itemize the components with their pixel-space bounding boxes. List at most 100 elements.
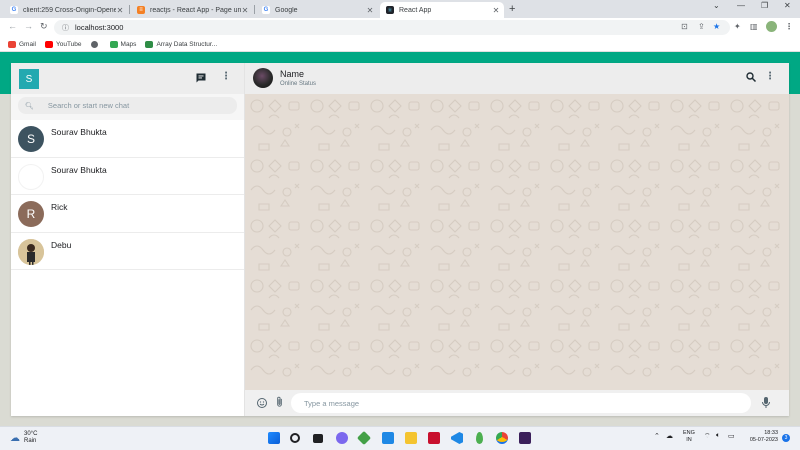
close-window-icon[interactable]: ✕ — [784, 1, 791, 10]
forward-icon[interactable]: → — [24, 21, 33, 31]
extensions-icon[interactable]: ✦ — [734, 22, 741, 31]
weather-widget[interactable]: ☁ 30°C Rain — [10, 431, 37, 445]
reload-icon[interactable]: ↻ — [40, 21, 48, 32]
gfg-icon — [145, 40, 154, 48]
chevron-down-icon[interactable]: ⌄ — [713, 1, 720, 10]
chrome-menu-icon[interactable]: ⋮ — [785, 22, 793, 31]
microphone-icon[interactable] — [761, 396, 771, 409]
new-tab-button[interactable]: + — [509, 3, 515, 15]
chevron-up-icon[interactable]: ⌃ — [654, 432, 660, 440]
store-icon[interactable] — [382, 432, 394, 444]
address-bar[interactable]: ⓘ localhost:3000 — [54, 20, 730, 35]
windows-taskbar: ☁ 30°C Rain ⌃ ☁ ENG IN ⌔ 🔈︎ ▭ 18:33 05-0… — [0, 426, 800, 450]
google-icon: G — [10, 6, 18, 14]
search-input[interactable] — [47, 101, 228, 110]
chat-list-item[interactable]: Debu — [11, 233, 244, 270]
search-icon[interactable] — [745, 71, 757, 83]
rain-cloud-icon: ☁ — [10, 432, 20, 444]
minimize-icon[interactable]: — — [737, 1, 745, 10]
vscode-icon[interactable] — [451, 432, 463, 444]
avatar[interactable]: S — [19, 69, 39, 89]
stackoverflow-icon: ≡ — [137, 6, 145, 14]
windows-start-icon[interactable] — [268, 432, 280, 444]
battery-icon[interactable]: ▭ — [728, 432, 735, 440]
chat-list-item[interactable]: Sourav Bhukta — [11, 158, 244, 195]
search-box[interactable]: 🔍︎ — [18, 97, 237, 114]
message-box[interactable] — [291, 393, 751, 413]
close-tab-icon[interactable]: ✕ — [366, 6, 374, 15]
emoji-icon[interactable] — [256, 397, 268, 409]
file-explorer-icon[interactable] — [405, 432, 417, 444]
close-tab-icon[interactable]: ✕ — [492, 6, 500, 15]
bookmark-globe[interactable] — [90, 40, 101, 48]
tab-title: Google — [275, 6, 298, 14]
menu-icon[interactable]: ⋮ — [765, 71, 775, 82]
clock[interactable]: 18:33 05-07-2023 — [744, 430, 778, 444]
bookmarks-bar: Gmail YouTube Maps Array Data Structur..… — [0, 37, 800, 52]
volume-icon[interactable]: 🔈︎ — [716, 432, 720, 440]
bookmark-gmail[interactable]: Gmail — [8, 40, 36, 48]
clock-date: 05-07-2023 — [749, 437, 778, 443]
whatsapp-window: S ⋮ 🔍︎ S Sourav Bhukta Sourav Bhukta R R… — [11, 63, 789, 416]
search-icon[interactable] — [290, 433, 300, 443]
browser-tab-3[interactable]: G Google ✕ — [256, 2, 378, 18]
tab-title: client:259 Cross-Origin-Opener-P — [23, 6, 116, 14]
back-icon[interactable]: ← — [8, 21, 17, 31]
chat-header: Name Online Status ⋮ — [245, 63, 789, 94]
site-info-icon[interactable]: ⓘ — [62, 23, 69, 33]
avatar[interactable] — [253, 68, 273, 88]
notification-badge[interactable]: 3 — [782, 434, 790, 442]
person-photo-icon — [18, 238, 44, 265]
chat-messages-area — [245, 94, 789, 390]
clock-time: 18:33 — [764, 430, 778, 436]
bookmark-maps[interactable]: Maps — [109, 40, 136, 48]
close-tab-icon[interactable]: ✕ — [241, 6, 249, 15]
gmail-icon — [8, 40, 16, 48]
install-icon[interactable]: ⊡ — [681, 22, 688, 31]
language-indicator[interactable]: ENG IN — [683, 430, 695, 444]
search-bar: 🔍︎ — [11, 94, 244, 120]
share-icon[interactable]: ⇪ — [698, 22, 705, 31]
mongodb-icon[interactable] — [476, 432, 483, 444]
chat-name: Rick — [51, 202, 68, 212]
profile-avatar-icon[interactable] — [766, 21, 777, 32]
chat-list-item[interactable]: R Rick — [11, 195, 244, 233]
sidebar: S ⋮ 🔍︎ S Sourav Bhukta Sourav Bhukta R R… — [11, 63, 245, 416]
mcafee-icon[interactable] — [428, 432, 440, 444]
wifi-icon[interactable]: ⌔ — [704, 432, 711, 441]
chrome-icon[interactable] — [496, 432, 508, 444]
browser-tab-1[interactable]: G client:259 Cross-Origin-Opener-P ✕ — [4, 2, 128, 18]
chat-title[interactable]: Name — [280, 69, 304, 79]
chat-status: Online Status — [280, 81, 317, 87]
bookmark-youtube[interactable]: YouTube — [44, 40, 82, 48]
chat-list-item[interactable]: S Sourav Bhukta — [11, 120, 244, 158]
browser-tab-4[interactable]: ⚛ React App ✕ — [380, 2, 504, 18]
maps-icon — [109, 40, 118, 48]
address-text: localhost:3000 — [75, 23, 124, 32]
new-chat-icon[interactable] — [195, 72, 207, 84]
maximize-icon[interactable]: ❐ — [761, 1, 768, 10]
onedrive-icon[interactable]: ☁ — [666, 432, 673, 440]
lang-code: ENG — [683, 430, 695, 436]
bookmark-star-icon[interactable]: ★ — [713, 22, 720, 31]
task-view-icon[interactable] — [313, 434, 323, 443]
menu-icon[interactable]: ⋮ — [221, 71, 231, 82]
chat-app-icon[interactable] — [336, 432, 348, 444]
attach-icon[interactable] — [274, 396, 285, 409]
tab-divider — [254, 5, 255, 14]
search-icon: 🔍︎ — [25, 102, 34, 110]
firefox-icon[interactable] — [519, 432, 531, 444]
google-icon: G — [262, 6, 270, 14]
tab-title: reactjs - React App - Page unrespo — [150, 6, 241, 14]
browser-tab-2[interactable]: ≡ reactjs - React App - Page unrespo ✕ — [131, 2, 253, 18]
lang-region: IN — [686, 437, 692, 443]
weather-temp: 30°C — [24, 431, 38, 437]
close-tab-icon[interactable]: ✕ — [116, 6, 124, 15]
node-icon[interactable] — [356, 430, 372, 446]
bookmark-array-ds[interactable]: Array Data Structur... — [145, 40, 217, 48]
globe-icon — [90, 40, 98, 48]
message-input[interactable] — [304, 398, 724, 408]
avatar: R — [18, 201, 44, 227]
bookmark-label: YouTube — [55, 40, 82, 48]
sidepanel-icon[interactable]: ▥ — [750, 22, 758, 31]
